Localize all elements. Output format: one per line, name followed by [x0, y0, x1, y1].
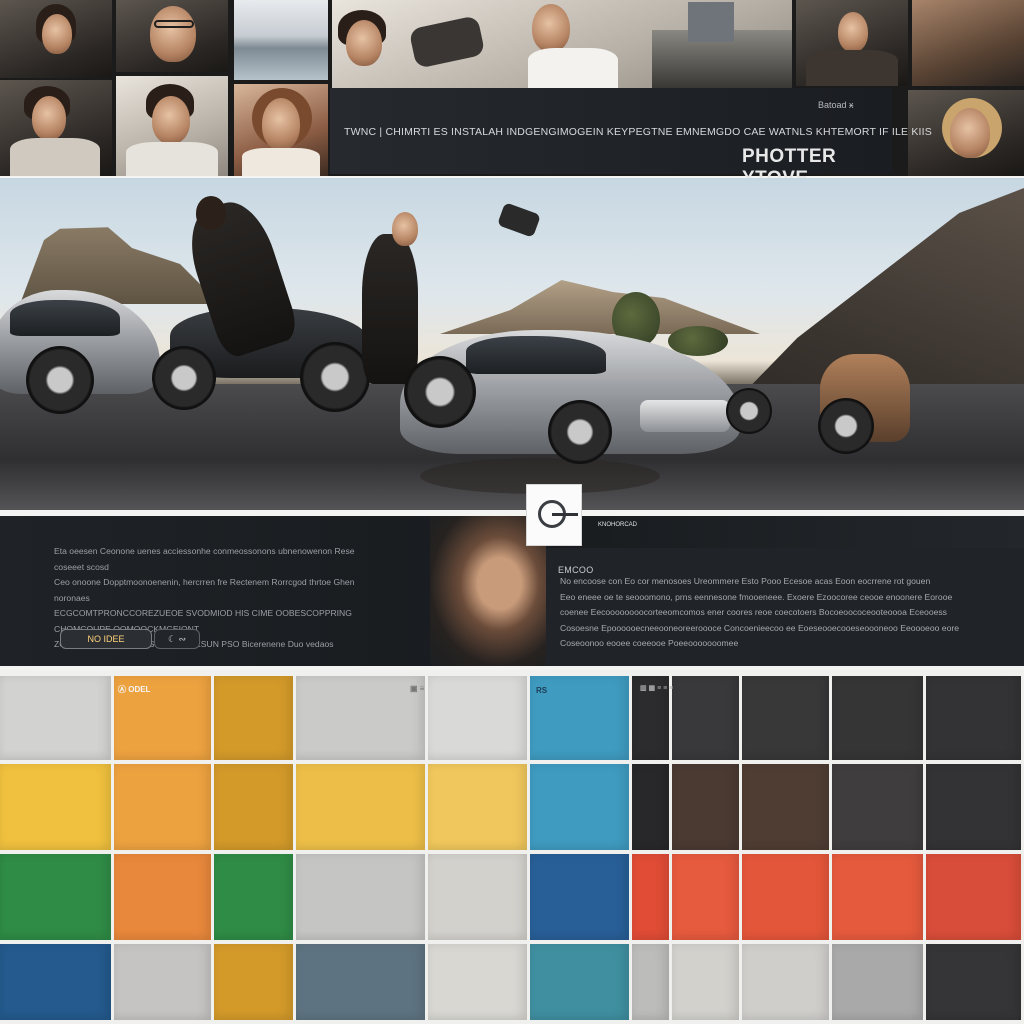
color-swatch-grid: Ⓐ ODEL ▣ ≡ RS ▥ ▦ ≡ ≡ ≡ [0, 670, 1024, 1024]
color-swatch[interactable] [926, 676, 1021, 760]
collage-banner: Batoad ӿ TWNC | CHIMRTI ES INSTALAH INDG… [330, 88, 932, 189]
info-right-line: coenee Eecoooooooocorteeomcomos ener coo… [560, 607, 947, 617]
swatch-label-gray: ▣ ≡ [410, 684, 425, 693]
color-swatch[interactable] [530, 764, 629, 850]
collage-photo-3[interactable] [116, 0, 228, 72]
collage-photo-1[interactable] [0, 0, 112, 78]
color-swatch[interactable] [632, 944, 669, 1020]
primary-button[interactable]: NO IDEE [60, 629, 152, 649]
color-swatch[interactable] [832, 854, 923, 940]
info-right-line: Eeo eneee oe te seooomono, prns eenneson… [560, 591, 953, 602]
color-swatch[interactable] [742, 764, 829, 850]
collage-photo-2[interactable] [0, 80, 112, 176]
color-swatch[interactable] [114, 944, 211, 1020]
secondary-button[interactable]: ☾ ∾ [154, 629, 200, 649]
color-swatch[interactable] [672, 854, 739, 940]
color-swatch[interactable] [214, 854, 293, 940]
color-swatch[interactable] [114, 854, 211, 940]
info-left-line: Ceo onoone Dopptmoonoenenin, hercrren fr… [54, 577, 355, 603]
collage-photo-6[interactable] [234, 84, 328, 176]
info-right-line: Coseoonoo eooee coeeooe Poeeooooooomee [560, 638, 739, 648]
collage-photo-4[interactable] [116, 76, 228, 176]
swatch-label-orange: Ⓐ ODEL [118, 685, 151, 694]
color-swatch[interactable] [214, 944, 293, 1020]
color-swatch[interactable] [428, 854, 527, 940]
color-swatch[interactable] [0, 854, 111, 940]
color-swatch[interactable] [742, 944, 829, 1020]
color-swatch[interactable] [832, 944, 923, 1020]
color-swatch[interactable] [214, 676, 293, 760]
color-swatch[interactable] [530, 854, 629, 940]
color-swatch[interactable] [926, 944, 1021, 1020]
color-swatch[interactable] [672, 764, 739, 850]
info-right-line: No encoose con Eo cor menosoes Ureommere… [560, 576, 931, 586]
color-swatch[interactable] [214, 764, 293, 850]
banner-headline: TWNC | CHIMRTI ES INSTALAH INDGENGIMOGEI… [344, 126, 932, 138]
color-swatch[interactable] [428, 676, 527, 760]
color-swatch[interactable] [428, 764, 527, 850]
collage-photo-8[interactable] [796, 0, 908, 86]
color-swatch[interactable] [632, 764, 669, 850]
info-right-line: Cosoesne Epoooooecneeooneoreeroooce Conc… [560, 622, 959, 633]
info-right-text: No encoose con Eo cor menosoes Ureommere… [560, 574, 960, 652]
color-swatch[interactable] [296, 676, 425, 760]
play-icon-stroke [552, 513, 578, 516]
color-swatch[interactable] [672, 944, 739, 1020]
color-swatch[interactable] [296, 854, 425, 940]
color-swatch[interactable] [296, 764, 425, 850]
color-swatch[interactable] [0, 676, 111, 760]
info-left-line: Eta oeesen Ceonone uenes acciessonhe con… [54, 546, 355, 572]
collage-photo-9[interactable] [912, 0, 1024, 86]
color-swatch[interactable] [114, 764, 211, 850]
color-swatch[interactable] [672, 676, 739, 760]
color-swatch[interactable] [428, 944, 527, 1020]
color-swatch[interactable] [0, 764, 111, 850]
color-swatch[interactable] [926, 854, 1021, 940]
color-swatch[interactable] [742, 676, 829, 760]
collage-photo-7[interactable] [332, 0, 792, 88]
color-swatch[interactable] [632, 854, 669, 940]
banner-small-text: Batoad ӿ [818, 100, 854, 110]
hero-image [0, 178, 1024, 510]
color-swatch[interactable] [926, 764, 1021, 850]
color-swatch[interactable] [0, 944, 111, 1020]
swatch-label-blue: RS [536, 686, 548, 695]
swatch-label-dark: ▥ ▦ ≡ ≡ ≡ [640, 685, 674, 692]
color-swatch[interactable] [530, 944, 629, 1020]
photo-collage: Batoad ӿ TWNC | CHIMRTI ES INSTALAH INDG… [0, 0, 1024, 189]
color-swatch[interactable] [296, 944, 425, 1020]
play-caption: KNOHORCAD [598, 522, 638, 528]
collage-photo-5[interactable] [234, 0, 328, 80]
color-swatch[interactable] [832, 676, 923, 760]
color-swatch[interactable] [742, 854, 829, 940]
color-swatch[interactable] [832, 764, 923, 850]
